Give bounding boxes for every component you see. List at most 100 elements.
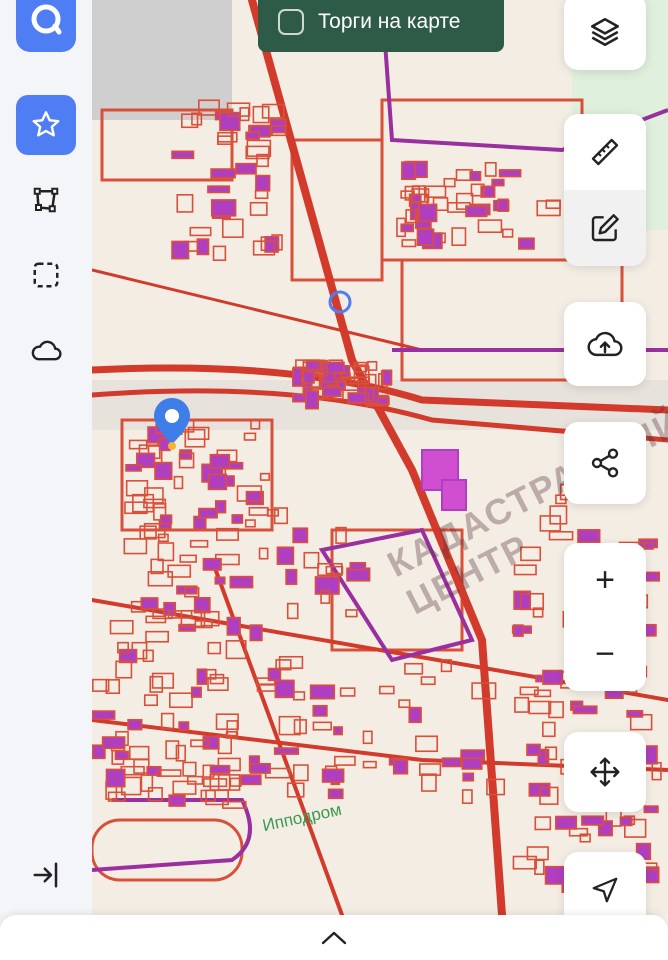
building-block xyxy=(286,602,299,620)
building-block xyxy=(179,554,197,563)
login-button[interactable] xyxy=(16,845,76,905)
building-block xyxy=(196,668,208,685)
building-block xyxy=(292,527,309,544)
layers-icon xyxy=(590,17,620,47)
building-block xyxy=(202,778,228,788)
building-block xyxy=(210,168,236,179)
building-block xyxy=(339,687,356,697)
building-block xyxy=(362,760,377,769)
building-block xyxy=(255,174,271,192)
building-block xyxy=(210,199,237,217)
building-block xyxy=(273,747,300,755)
building-block xyxy=(226,616,241,636)
building-block xyxy=(626,709,644,718)
building-block xyxy=(146,765,162,776)
building-block xyxy=(542,669,564,685)
building-block xyxy=(420,676,436,686)
left-sidebar xyxy=(0,0,92,915)
building-block xyxy=(160,712,175,730)
building-block xyxy=(292,691,306,701)
building-block xyxy=(572,705,598,715)
login-arrow-icon xyxy=(33,862,58,888)
building-block xyxy=(303,551,320,569)
rect-select-button[interactable] xyxy=(16,245,76,305)
auctions-checkbox[interactable] xyxy=(278,9,304,35)
building-block xyxy=(212,245,227,262)
building-block xyxy=(421,773,437,792)
building-block xyxy=(176,194,194,213)
zoom-out-button[interactable]: − xyxy=(564,617,646,691)
building-block xyxy=(465,205,488,218)
chevron-up-icon xyxy=(321,931,347,944)
building-block xyxy=(285,568,298,585)
building-block xyxy=(264,236,279,253)
building-block xyxy=(404,662,424,675)
building-block xyxy=(461,757,483,770)
building-block xyxy=(145,615,167,624)
cloud-icon xyxy=(31,340,62,361)
building-block xyxy=(115,660,133,679)
building-block xyxy=(498,169,522,178)
move-button[interactable] xyxy=(564,732,646,812)
building-block xyxy=(305,390,319,410)
building-block xyxy=(398,699,411,709)
building-block xyxy=(526,846,549,861)
ruler-button[interactable] xyxy=(564,114,646,190)
building-block xyxy=(248,506,269,516)
building-block xyxy=(101,736,126,750)
cloud-button[interactable] xyxy=(16,320,76,380)
building-block xyxy=(169,692,193,709)
building-block xyxy=(207,185,231,194)
building-block xyxy=(555,815,578,830)
auctions-toggle-label: Торги на карте xyxy=(318,10,461,33)
polygon-select-button[interactable] xyxy=(16,170,76,230)
building-block xyxy=(512,624,524,637)
building-block xyxy=(484,161,497,177)
building-block xyxy=(542,721,556,738)
building-block xyxy=(114,750,129,761)
auctions-toggle[interactable]: Торги на карте xyxy=(258,0,504,52)
edit-button[interactable] xyxy=(564,190,646,266)
upload-button[interactable] xyxy=(564,302,646,386)
parcel xyxy=(290,138,384,282)
building-block xyxy=(140,774,154,792)
building-block xyxy=(293,764,309,782)
building-block xyxy=(443,177,456,188)
building-block xyxy=(322,386,342,398)
ruler-icon xyxy=(591,138,619,166)
building-block xyxy=(309,684,336,700)
building-block xyxy=(408,706,422,724)
bottom-sheet-handle[interactable] xyxy=(0,915,668,960)
building-block xyxy=(502,228,514,238)
building-block xyxy=(109,619,134,635)
building-block xyxy=(221,218,244,238)
building-block xyxy=(534,816,552,831)
building-block xyxy=(345,609,358,618)
app-logo-icon[interactable] xyxy=(16,0,76,52)
building-block xyxy=(382,369,393,386)
building-block xyxy=(105,768,126,788)
building-block xyxy=(179,449,193,460)
building-block xyxy=(207,473,228,491)
building-block xyxy=(243,432,257,441)
building-block xyxy=(252,105,270,124)
building-block xyxy=(276,546,295,565)
building-block xyxy=(401,239,417,248)
building-block xyxy=(441,757,462,768)
building-block xyxy=(497,198,509,212)
building-block xyxy=(127,718,143,731)
building-block xyxy=(461,789,473,805)
building-block xyxy=(512,855,538,870)
building-block xyxy=(327,788,344,800)
zoom-in-button[interactable]: + xyxy=(564,543,646,617)
building-block xyxy=(518,237,535,250)
building-block xyxy=(142,649,154,663)
building-block xyxy=(514,696,530,713)
building-block xyxy=(196,238,210,256)
layers-button[interactable] xyxy=(564,0,646,70)
building-block xyxy=(231,514,244,524)
building-block xyxy=(207,641,222,655)
favorites-button[interactable] xyxy=(16,95,76,155)
building-block xyxy=(362,730,373,745)
share-button[interactable] xyxy=(564,422,646,504)
